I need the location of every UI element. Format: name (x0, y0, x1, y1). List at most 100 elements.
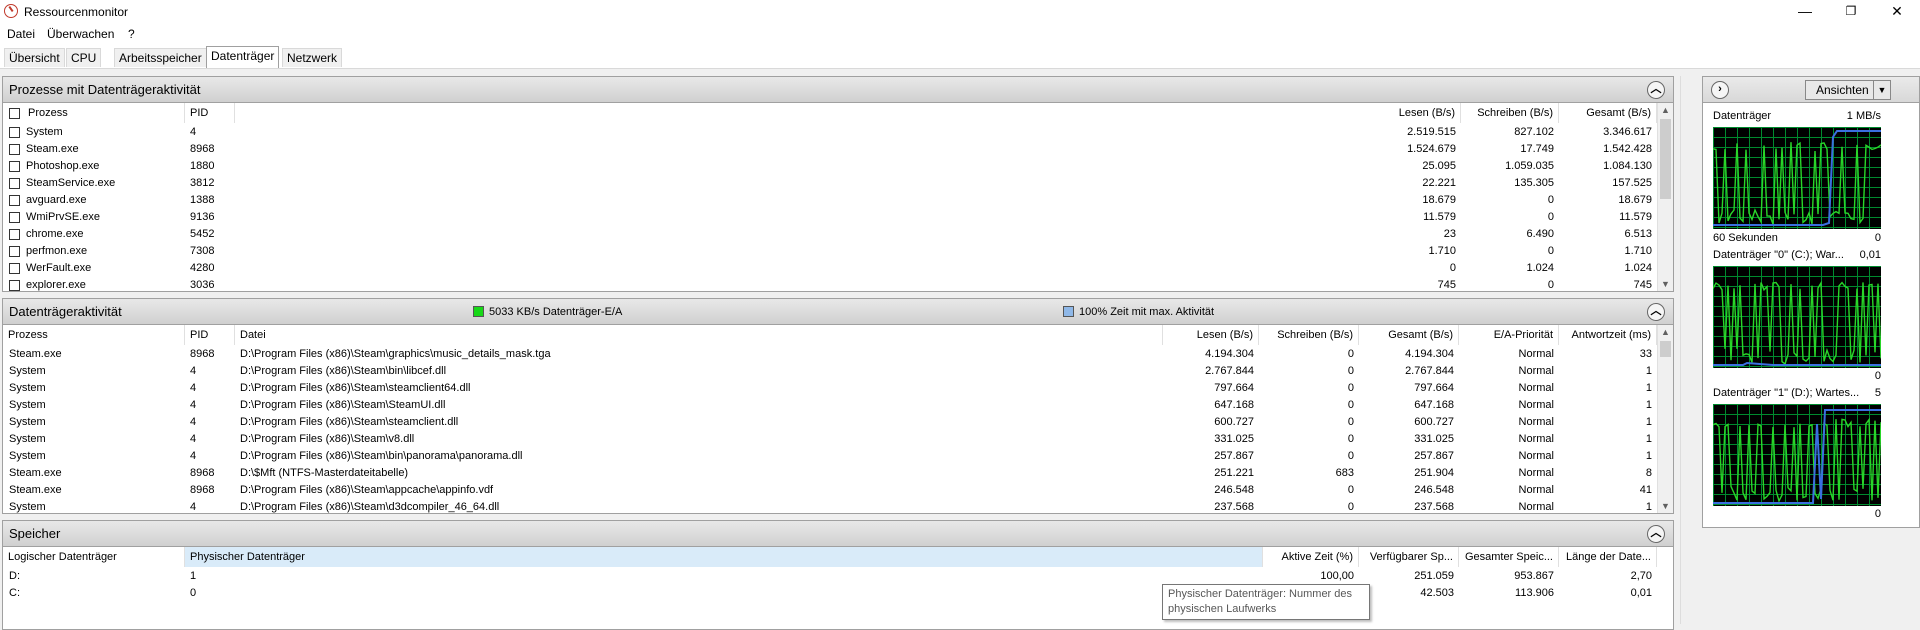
row-checkbox[interactable] (9, 280, 20, 291)
cell-total: 745 (1633, 279, 1652, 291)
cell-pid: 3036 (190, 279, 215, 291)
col-logisch[interactable]: Logischer Datenträger (3, 547, 185, 567)
table-row[interactable]: Steam.exe 8968 D:\Program Files (x86)\Stea… (3, 346, 1657, 363)
cell-read: 11.579 (1423, 211, 1456, 223)
table-row[interactable]: C:00,5642.503113.9060,01 (3, 585, 1657, 602)
tab-datentraeger[interactable]: Datenträger (206, 46, 280, 68)
table-row[interactable]: System 4 2.519.515 827.102 3.346.617 (3, 124, 1657, 141)
activity-trace (1713, 280, 1881, 366)
tab-uebersicht[interactable]: Übersicht (4, 48, 65, 67)
scroll-thumb[interactable] (1660, 119, 1671, 199)
cell-process: System (9, 416, 46, 428)
col-antwortzeit[interactable]: Antwortzeit (ms) (1559, 325, 1657, 345)
table-row[interactable]: System 4 D:\Program Files (x86)\Steam\bin\… (3, 363, 1657, 380)
col-prioritaet[interactable]: E/A-Priorität (1459, 325, 1559, 345)
storage-header[interactable]: Speicher ︿ (3, 521, 1673, 547)
cell-write: 0 (1347, 348, 1354, 360)
cell-read: 647.168 (1214, 399, 1254, 411)
row-checkbox[interactable] (9, 161, 20, 172)
row-checkbox[interactable] (9, 229, 20, 240)
table-row[interactable]: Photoshop.exe 1880 25.095 1.059.035 1.084.13… (3, 158, 1657, 175)
col-gesamt[interactable]: Gesamt (B/s) (1359, 325, 1459, 345)
table-row[interactable]: System 4 D:\Program Files (x86)\Steam\stea… (3, 414, 1657, 431)
col-prozess[interactable]: Prozess (3, 325, 185, 345)
activity-header[interactable]: Datenträgeraktivität 5033 KB/s Datenträg… (3, 299, 1673, 325)
table-row[interactable]: WerFault.exe 4280 0 1.024 1.024 (3, 260, 1657, 277)
col-gesamt-speicher[interactable]: Gesamter Speic... (1459, 547, 1559, 567)
close-button[interactable]: ✕ (1874, 0, 1920, 24)
table-row[interactable]: D: 1 100,00 251.059 953.867 2,70 (3, 568, 1657, 585)
dropdown-arrow-icon[interactable]: ▼ (1873, 81, 1890, 99)
scroll-thumb[interactable] (1660, 341, 1671, 357)
select-all-checkbox[interactable] (9, 108, 20, 119)
menu-help[interactable]: ? (128, 27, 135, 41)
scroll-down-icon[interactable]: ▼ (1661, 279, 1670, 289)
col-prozess[interactable]: Prozess (23, 103, 185, 123)
views-button[interactable]: Ansichten ▼ (1805, 80, 1891, 100)
processes-title: Prozesse mit Datenträgeraktivität (9, 82, 201, 97)
table-row[interactable]: Steam.exe 8968 1.524.679 17.749 1.542.428 (3, 141, 1657, 158)
cell-priority: Normal (1518, 450, 1554, 462)
row-checkbox[interactable] (9, 246, 20, 257)
tab-netzwerk[interactable]: Netzwerk (282, 48, 343, 67)
cell-read: 1.524.679 (1407, 143, 1456, 155)
col-physisch[interactable]: Physischer Datenträger (185, 547, 1263, 567)
table-row[interactable]: System 4 D:\Program Files (x86)\Steam\Stea… (3, 397, 1657, 414)
cell-total: 246.548 (1414, 484, 1454, 496)
table-row[interactable]: SteamService.exe 3812 22.221 135.305 157.525 (3, 175, 1657, 192)
cell-total: 331.025 (1414, 433, 1454, 445)
col-schreiben[interactable]: Schreiben (B/s) (1259, 325, 1359, 345)
col-pid[interactable]: PID (185, 103, 235, 123)
table-row[interactable]: System 4 D:\Program Files (x86)\Steam\v8.d… (3, 431, 1657, 448)
cell-process: WmiPrvSE.exe (26, 211, 100, 223)
collapse-icon[interactable]: ︿ (1647, 303, 1665, 321)
table-row[interactable]: Steam.exe 8968 D:\Program Files (x86)\Stea… (3, 482, 1657, 499)
row-checkbox[interactable] (9, 144, 20, 155)
col-pid[interactable]: PID (185, 325, 235, 345)
table-row[interactable]: System 4 D:\Program Files (x86)\Steam\bin\… (3, 448, 1657, 465)
collapse-icon[interactable]: ︿ (1647, 525, 1665, 543)
table-row[interactable]: Steam.exe 8968 D:\$Mft (NTFS-Masterdateita… (3, 465, 1657, 482)
col-schreiben[interactable]: Schreiben (B/s) (1461, 103, 1559, 123)
table-row[interactable]: perfmon.exe 7308 1.710 0 1.710 (3, 243, 1657, 260)
processes-header[interactable]: Prozesse mit Datenträgeraktivität ︿ (3, 77, 1673, 103)
tab-cpu[interactable]: CPU (66, 48, 102, 67)
col-gesamt[interactable]: Gesamt (B/s) (1559, 103, 1657, 123)
col-aktive-zeit[interactable]: Aktive Zeit (%) (1263, 547, 1359, 567)
page-scrollbar[interactable] (1680, 76, 1696, 624)
cell-pid: 3812 (190, 177, 215, 189)
table-row[interactable]: WmiPrvSE.exe 9136 11.579 0 11.579 (3, 209, 1657, 226)
cell-read: 1.710 (1428, 245, 1456, 257)
collapse-icon[interactable]: ︿ (1647, 81, 1665, 99)
table-row[interactable]: chrome.exe 5452 23 6.490 6.513 (3, 226, 1657, 243)
cell-file: D:\Program Files (x86)\Steam\d3dcompiler… (240, 501, 500, 513)
cell-pid: 9136 (190, 211, 215, 223)
col-lesen[interactable]: Lesen (B/s) (1163, 325, 1259, 345)
processes-scrollbar[interactable]: ▲ ▼ (1657, 103, 1673, 291)
col-datei[interactable]: Datei (235, 325, 1163, 345)
row-checkbox[interactable] (9, 127, 20, 138)
scroll-down-icon[interactable]: ▼ (1661, 501, 1670, 511)
row-checkbox[interactable] (9, 212, 20, 223)
cell-pid: 4 (190, 399, 197, 411)
minimize-button[interactable]: — (1782, 0, 1828, 24)
col-lesen[interactable]: Lesen (B/s) (1383, 103, 1461, 123)
col-verfuegbar[interactable]: Verfügbarer Sp... (1359, 547, 1459, 567)
table-row[interactable]: System 4 D:\Program Files (x86)\Steam\stea… (3, 380, 1657, 397)
table-row[interactable]: explorer.exe 3036 745 0 745 (3, 277, 1657, 291)
row-checkbox[interactable] (9, 178, 20, 189)
tab-arbeitsspeicher[interactable]: Arbeitsspeicher (114, 48, 207, 67)
restore-button[interactable]: ❐ (1828, 0, 1874, 24)
activity-scrollbar[interactable]: ▲ ▼ (1657, 325, 1673, 513)
scroll-up-icon[interactable]: ▲ (1661, 327, 1670, 337)
row-checkbox[interactable] (9, 263, 20, 274)
expand-icon[interactable]: › (1711, 81, 1729, 99)
table-row[interactable]: avguard.exe 1388 18.679 0 18.679 (3, 192, 1657, 209)
graph-disk-1 (1713, 404, 1881, 506)
scroll-up-icon[interactable]: ▲ (1661, 105, 1670, 115)
menu-ueberwachen[interactable]: Überwachen (47, 27, 114, 41)
col-warteschlange[interactable]: Länge der Date... (1559, 547, 1657, 567)
menu-datei[interactable]: Datei (7, 27, 35, 41)
table-row[interactable]: System 4 D:\Program Files (x86)\Steam\d3dc… (3, 499, 1657, 513)
row-checkbox[interactable] (9, 195, 20, 206)
